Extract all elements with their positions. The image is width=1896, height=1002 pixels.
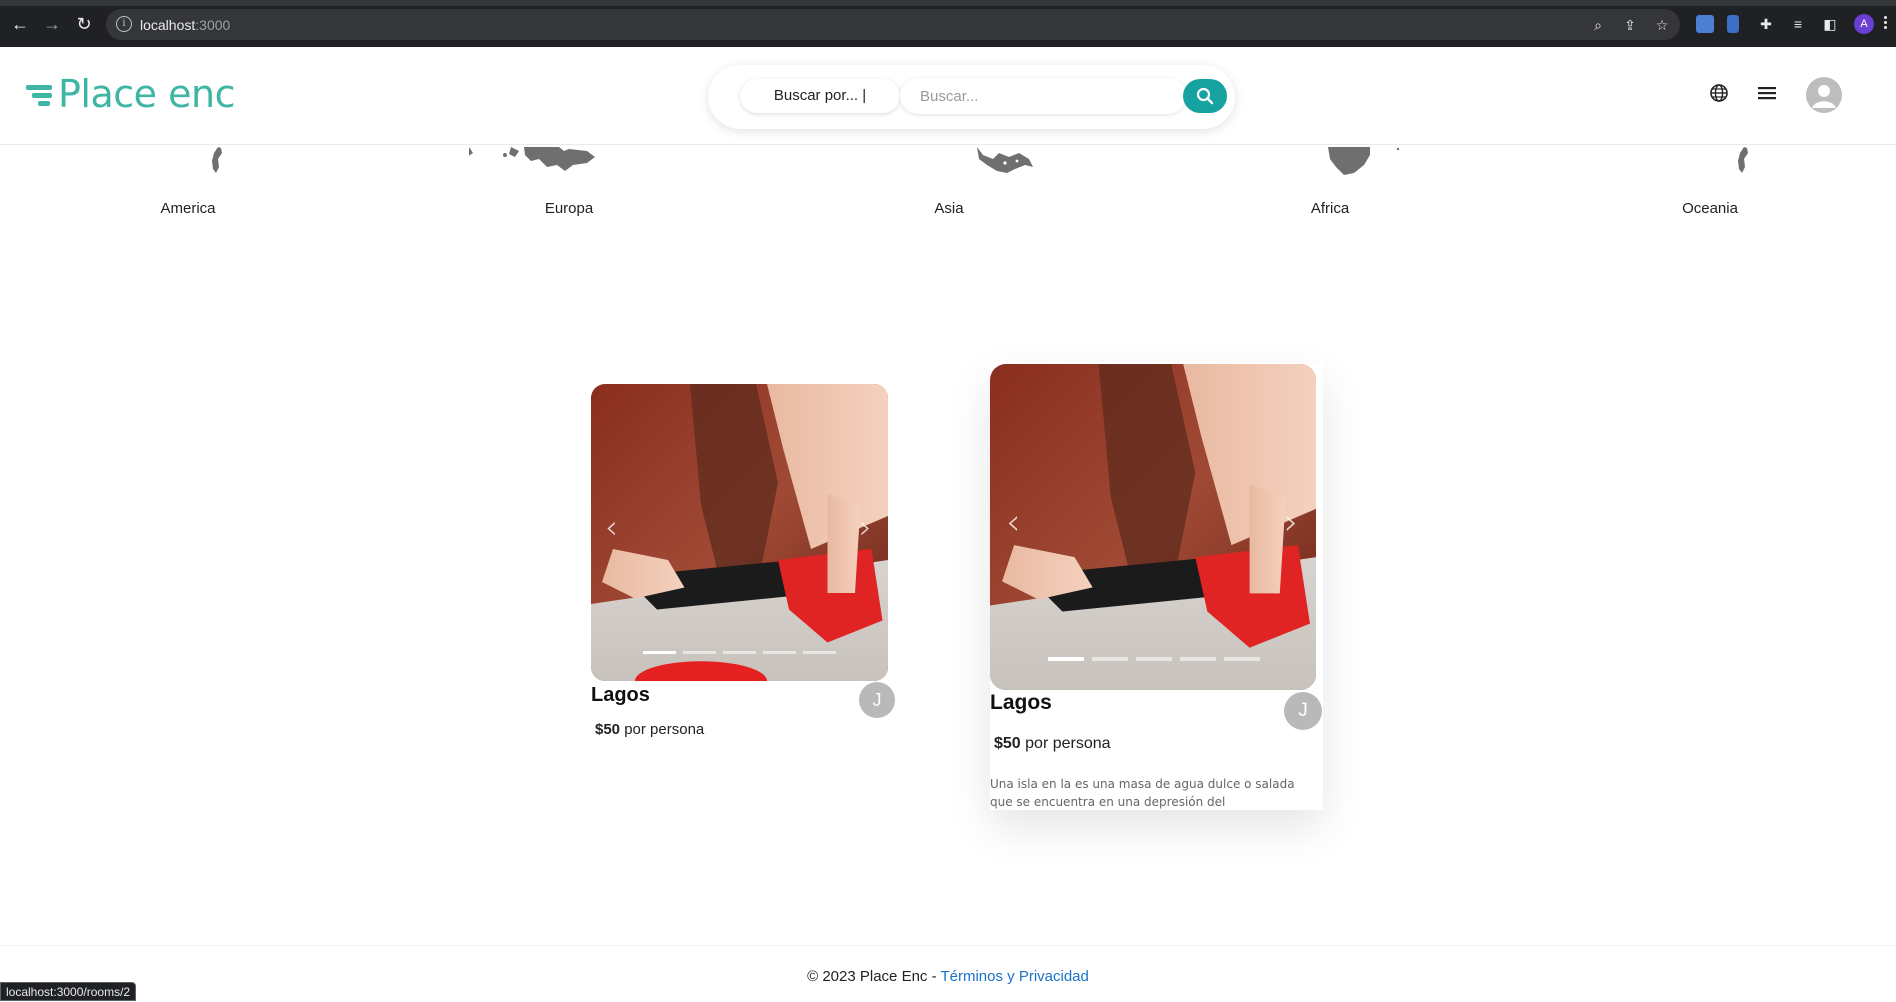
- pagination-dot[interactable]: [1048, 657, 1084, 661]
- terms-privacy-link[interactable]: Términos y Privacidad: [940, 968, 1088, 985]
- address-url: localhost:3000: [140, 17, 231, 33]
- logo-text: Place enc: [58, 72, 235, 116]
- footer-copyright: © 2023 Place Enc -: [807, 968, 941, 985]
- extensions-puzzle-icon[interactable]: ✚: [1758, 16, 1774, 32]
- europa-map-icon: [469, 147, 595, 171]
- continent-label: Europa: [544, 200, 594, 217]
- continent-label: America: [160, 200, 216, 217]
- pagination-dot[interactable]: [723, 651, 756, 654]
- host-avatar[interactable]: J: [859, 682, 895, 718]
- africa-map-icon: [1328, 147, 1400, 175]
- side-panel-icon[interactable]: ◧: [1822, 16, 1838, 32]
- hamburger-menu-icon[interactable]: [1757, 85, 1777, 101]
- search-icon: [1196, 87, 1214, 105]
- status-bar-url: localhost:3000/rooms/2: [0, 982, 137, 1001]
- search-input[interactable]: [900, 78, 1186, 114]
- continent-africa-label: Africa: [1310, 200, 1350, 217]
- listing-card[interactable]: ‹ › Lagos $50 por persona J: [591, 384, 901, 754]
- listing-title: Lagos: [990, 691, 1052, 714]
- profile-avatar-icon[interactable]: A: [1854, 14, 1874, 34]
- address-bar[interactable]: i localhost:3000 ⌕ ⇪ ☆: [106, 9, 1680, 40]
- back-icon[interactable]: ←: [8, 12, 32, 36]
- forward-icon[interactable]: →: [40, 12, 64, 36]
- logo-wing-icon: [26, 79, 56, 109]
- next-image-icon[interactable]: ›: [859, 508, 872, 546]
- previous-image-icon[interactable]: ‹: [605, 508, 618, 546]
- host-avatar[interactable]: J: [1284, 692, 1322, 730]
- docs-extension-icon[interactable]: [1727, 15, 1739, 33]
- search-button[interactable]: [1183, 79, 1227, 113]
- site-info-icon[interactable]: i: [116, 16, 132, 32]
- tab-strip: [0, 0, 1896, 6]
- listing-description: Una isla en la es una masa de agua dulce…: [990, 777, 1295, 809]
- continent-america[interactable]: America: [88, 145, 288, 225]
- america-map-icon: [212, 147, 222, 173]
- pagination-dot[interactable]: [1092, 657, 1128, 661]
- search-bar: Buscar por... |: [708, 65, 1235, 129]
- bookmark-star-icon[interactable]: ☆: [1654, 17, 1670, 33]
- listing-image[interactable]: ‹ ›: [591, 384, 888, 681]
- site-footer: © 2023 Place Enc - Términos y Privacidad: [0, 945, 1896, 1001]
- globe-icon[interactable]: [1709, 83, 1729, 103]
- listing-card-hovered[interactable]: ‹ › Lagos $50 por persona J Una isla en …: [990, 364, 1325, 812]
- browser-toolbar: ← → ↻ i localhost:3000 ⌕ ⇪ ☆ ✚ ≡ ◧ A: [0, 0, 1896, 47]
- user-avatar-icon[interactable]: [1806, 77, 1842, 113]
- pagination-dot[interactable]: [643, 651, 676, 654]
- asia-map-icon: [977, 147, 1033, 173]
- previous-image-icon[interactable]: ‹: [1006, 502, 1020, 543]
- continent-asia[interactable]: Asia: [849, 145, 1049, 225]
- search-type-selector[interactable]: Buscar por... |: [740, 79, 900, 113]
- pagination-dot[interactable]: [1224, 657, 1260, 661]
- continent-africa[interactable]: Africa: [1230, 145, 1430, 225]
- continent-oceania-label: Oceania: [1682, 200, 1738, 217]
- logo[interactable]: Place enc: [26, 71, 235, 117]
- continent-europa[interactable]: Europa: [469, 145, 669, 225]
- listing-title: Lagos: [591, 684, 650, 706]
- oceania-map-icon: [1738, 147, 1748, 173]
- listing-price: $50 por persona: [595, 721, 705, 738]
- image-pagination-dots: [643, 651, 836, 654]
- pagination-dot[interactable]: [1180, 657, 1216, 661]
- continent-asia-label: Asia: [934, 200, 964, 217]
- pagination-dot[interactable]: [763, 651, 796, 654]
- site-header: Place enc Buscar por... |: [0, 47, 1896, 145]
- next-image-icon[interactable]: ›: [1284, 502, 1298, 543]
- image-pagination-dots: [1048, 657, 1260, 661]
- pagination-dot[interactable]: [803, 651, 836, 654]
- pagination-dot[interactable]: [683, 651, 716, 654]
- continent-oceania[interactable]: Oceania: [1610, 145, 1810, 225]
- pagination-dot[interactable]: [1136, 657, 1172, 661]
- browser-menu-icon[interactable]: [1882, 14, 1888, 34]
- listing-image[interactable]: ‹ ›: [990, 364, 1316, 690]
- translate-extension-icon[interactable]: [1696, 15, 1714, 33]
- zoom-icon[interactable]: ⌕: [1590, 17, 1606, 33]
- reading-list-icon[interactable]: ≡: [1790, 16, 1806, 32]
- reload-icon[interactable]: ↻: [72, 12, 96, 36]
- listing-price: $50 por persona: [994, 735, 1111, 752]
- share-icon[interactable]: ⇪: [1622, 17, 1638, 33]
